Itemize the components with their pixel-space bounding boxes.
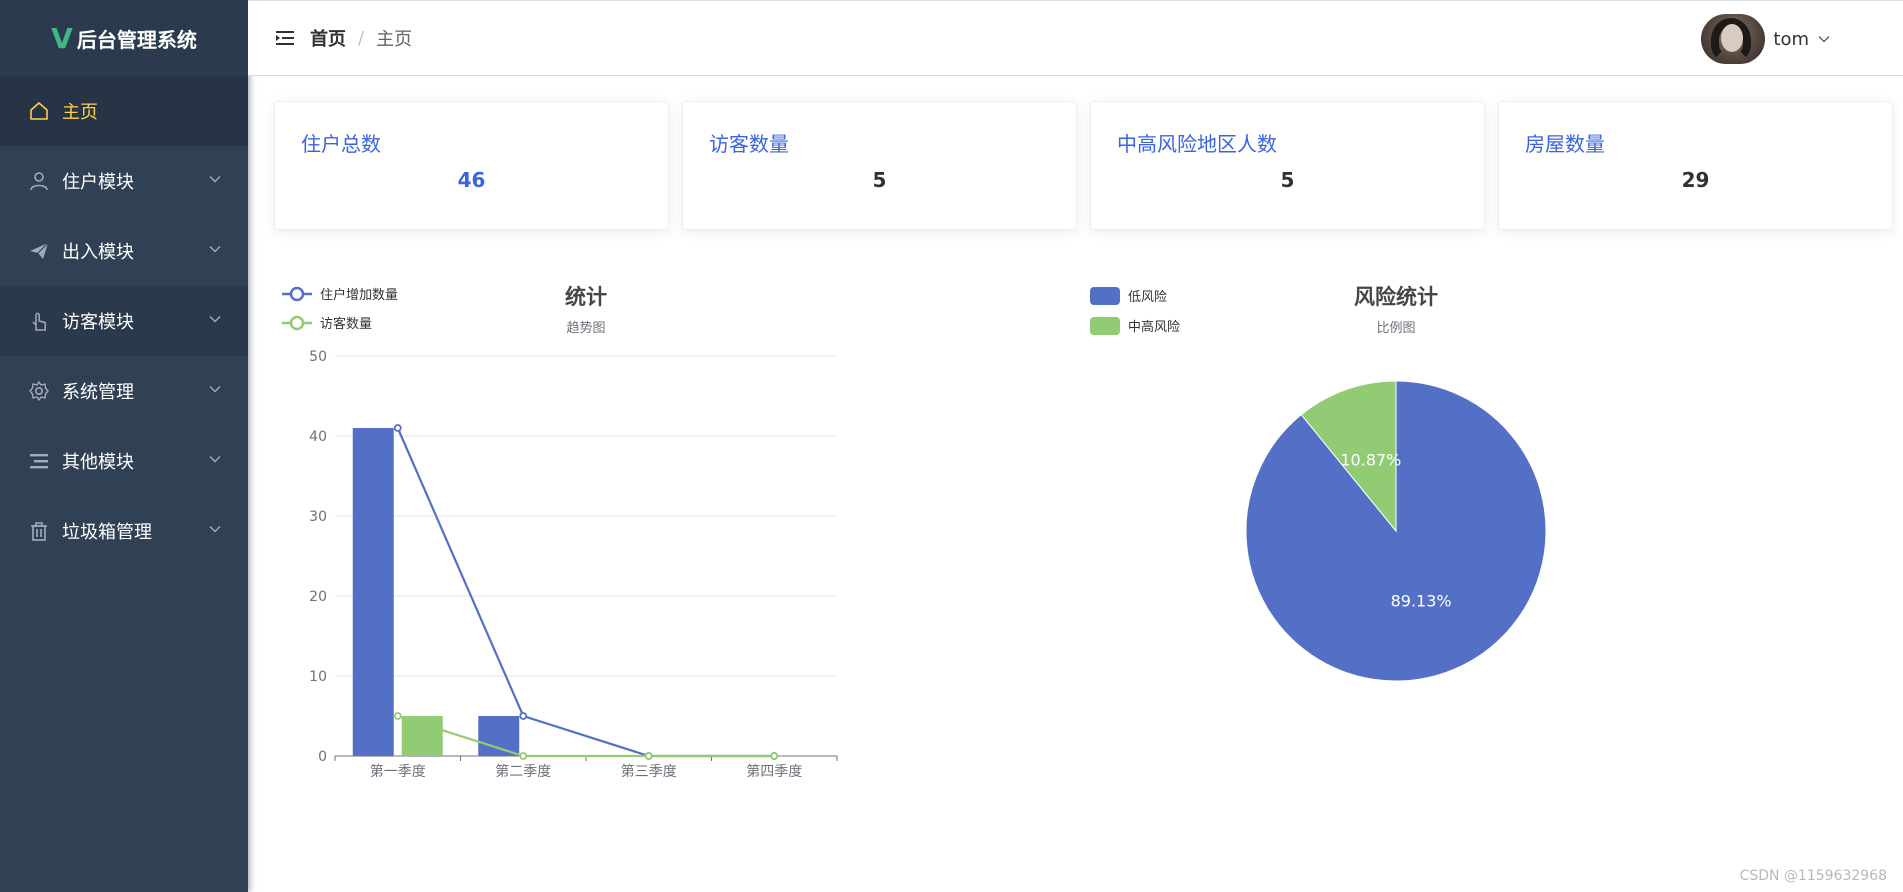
sidebar-item-label: 主页: [62, 102, 98, 123]
y-tick-label: 20: [309, 589, 327, 605]
sidebar-item-5[interactable]: 其他模块: [0, 426, 248, 496]
bar-住户增加数量: [478, 716, 520, 756]
breadcrumb: 首页 / 主页: [310, 25, 412, 51]
avatar[interactable]: [1701, 14, 1766, 64]
chart-title: 统计: [565, 285, 607, 309]
vue-logo-icon: V: [51, 21, 73, 55]
stat-label: 中高风险地区人数: [1117, 132, 1277, 156]
sidebar-item-label: 垃圾箱管理: [62, 522, 152, 543]
legend-marker: [289, 315, 305, 331]
sidebar-item-label: 系统管理: [62, 382, 134, 403]
stat-value: 46: [457, 168, 486, 192]
gear-icon: [28, 380, 50, 402]
legend-label: 访客数量: [320, 316, 372, 332]
app-root: V 后台管理系统 主页住户模块出入模块访客模块系统管理其他模块垃圾箱管理 首页 …: [0, 0, 1903, 892]
legend-swatch: [1090, 287, 1120, 305]
watermark: CSDN @1159632968: [1739, 868, 1887, 884]
stat-card-residents: 住户总数 46: [274, 101, 669, 230]
chart-title: 风险统计: [1354, 285, 1438, 309]
chevron-down-icon[interactable]: [1817, 32, 1831, 46]
list-icon: [28, 450, 50, 472]
y-tick-label: 0: [318, 749, 327, 765]
chevron-down-icon[interactable]: [208, 382, 222, 396]
chevron-down-icon[interactable]: [208, 452, 222, 466]
legend-marker: [289, 286, 305, 302]
legend-label: 低风险: [1128, 290, 1167, 305]
series-line-住户增加数量: [396, 427, 775, 758]
x-tick-label: 第一季度: [370, 763, 426, 780]
series-point: [393, 424, 402, 432]
sidebar-item-label: 其他模块: [62, 452, 134, 473]
series-point: [393, 712, 402, 720]
top-header: 首页 / 主页 tom: [248, 0, 1903, 76]
trend-chart[interactable]: 统计趋势图 住户增加数量访客数量 0 10 20 30 40 50 第一季度 第二季度 第三季度 第四…: [270, 270, 850, 790]
bar-访客数量: [401, 716, 443, 756]
x-tick-label: 第四季度: [746, 763, 802, 780]
series-point: [519, 712, 528, 720]
chevron-down-icon[interactable]: [208, 522, 222, 536]
stat-card-houses: 房屋数量 29: [1498, 101, 1893, 230]
menu-fold-icon[interactable]: [276, 30, 294, 46]
stat-value: 5: [1280, 168, 1295, 192]
sidebar-menu: 主页住户模块出入模块访客模块系统管理其他模块垃圾箱管理: [0, 76, 248, 566]
chart-subtitle: 比例图: [1376, 321, 1415, 336]
bar-住户增加数量: [352, 428, 394, 756]
pie-label: 10.87%: [1340, 450, 1401, 469]
y-tick-label: 10: [309, 669, 327, 685]
legend-swatch: [1090, 317, 1120, 335]
x-tick-label: 第三季度: [621, 763, 677, 780]
y-tick-label: 30: [309, 509, 327, 525]
legend-label: 中高风险: [1128, 319, 1180, 335]
sidebar-item-label: 访客模块: [62, 312, 134, 333]
user-dropdown[interactable]: tom: [1701, 14, 1831, 64]
user-icon: [28, 170, 50, 192]
stat-label: 住户总数: [301, 132, 381, 156]
home-icon: [28, 100, 50, 122]
series-point: [519, 752, 528, 760]
sidebar-item-3[interactable]: 访客模块: [0, 286, 248, 356]
series-point: [644, 752, 653, 760]
breadcrumb-separator: /: [358, 27, 365, 49]
sidebar-item-label: 住户模块: [62, 172, 134, 193]
sidebar: V 后台管理系统 主页住户模块出入模块访客模块系统管理其他模块垃圾箱管理: [0, 0, 248, 892]
y-tick-label: 50: [309, 349, 327, 365]
sidebar-item-1[interactable]: 住户模块: [0, 146, 248, 216]
pie-label: 89.13%: [1391, 592, 1452, 611]
app-logo[interactable]: V 后台管理系统: [0, 0, 248, 76]
stat-card-risk-people: 中高风险地区人数 5: [1090, 101, 1485, 230]
sidebar-item-label: 出入模块: [62, 242, 134, 263]
sidebar-item-6[interactable]: 垃圾箱管理: [0, 496, 248, 566]
send-icon: [28, 240, 50, 262]
stat-value: 5: [872, 168, 887, 192]
hand-pointer-icon: [28, 310, 50, 332]
breadcrumb-current: 主页: [376, 29, 413, 50]
sidebar-item-2[interactable]: 出入模块: [0, 216, 248, 286]
y-tick-label: 40: [309, 429, 327, 445]
chevron-down-icon[interactable]: [208, 172, 222, 186]
chevron-down-icon[interactable]: [208, 242, 222, 256]
sidebar-item-0[interactable]: 主页: [0, 76, 248, 146]
chevron-down-icon[interactable]: [208, 312, 222, 326]
trash-icon: [28, 520, 50, 542]
stat-card-visitors: 访客数量 5: [682, 101, 1077, 230]
user-name[interactable]: tom: [1773, 29, 1809, 50]
app-title: 后台管理系统: [76, 27, 197, 52]
stat-value: 29: [1681, 168, 1710, 192]
breadcrumb-home[interactable]: 首页: [310, 25, 346, 51]
sidebar-item-4[interactable]: 系统管理: [0, 356, 248, 426]
legend-label: 住户增加数量: [320, 287, 398, 303]
stat-label: 访客数量: [709, 132, 789, 156]
chart-subtitle: 趋势图: [566, 320, 605, 336]
stat-label: 房屋数量: [1525, 132, 1605, 156]
risk-pie-chart[interactable]: 风险统计比例图 低风险中高风险 89.13% 10.87%: [1080, 270, 1600, 710]
series-point: [770, 752, 779, 760]
x-tick-label: 第二季度: [495, 763, 551, 780]
